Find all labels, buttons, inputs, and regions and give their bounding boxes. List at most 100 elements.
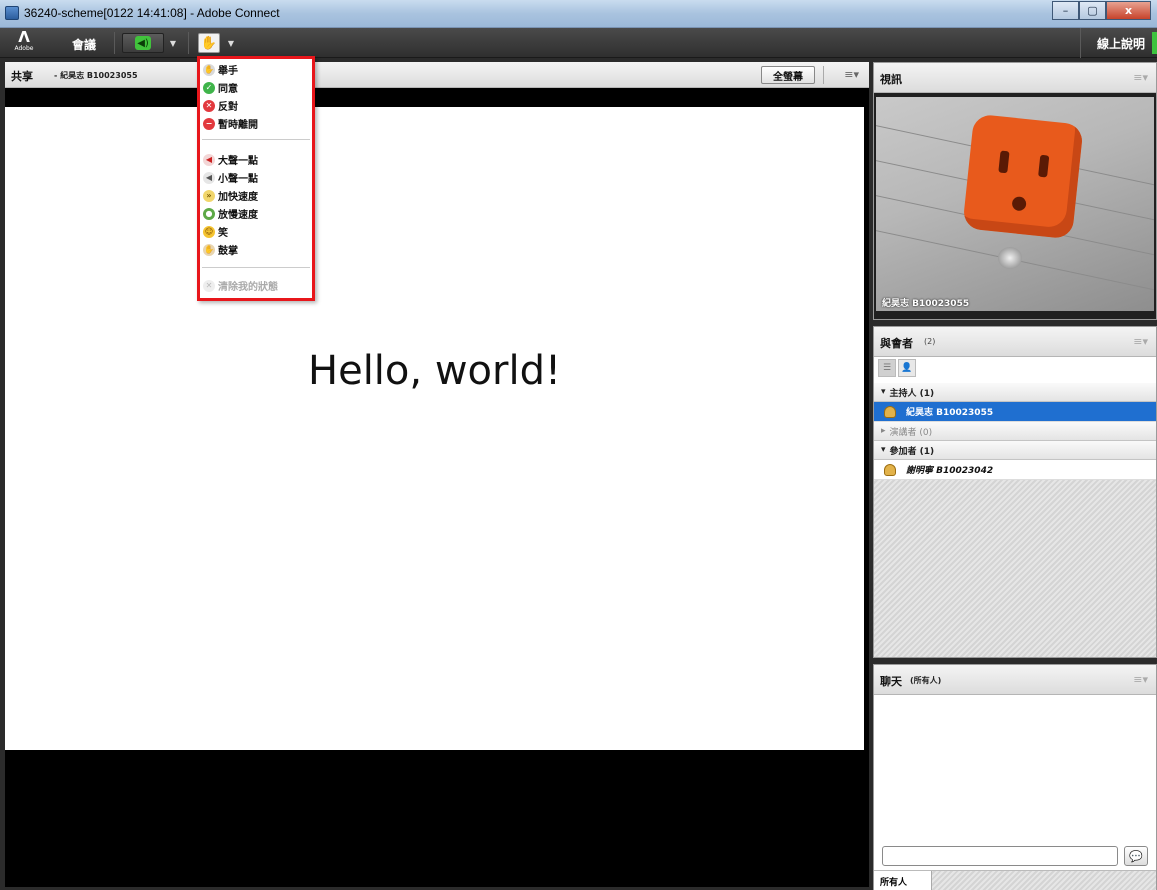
adobe-logo-text: Adobe bbox=[14, 45, 34, 52]
group-label: 主持人 (1) bbox=[889, 388, 935, 399]
status-dropdown[interactable]: ▼ bbox=[224, 33, 238, 53]
window-controls: – ▢ x bbox=[1052, 1, 1151, 21]
menu-item-label: 同意 bbox=[218, 84, 238, 95]
attendee-row[interactable]: 謝明寧 B10023042 bbox=[874, 460, 1156, 480]
group-presenters[interactable]: ▸ 演講者 (0) bbox=[874, 422, 1156, 441]
chat-pod: 聊天 (所有人) ≡▾ 💬 所有人 bbox=[873, 664, 1157, 890]
attendee-count: (2) bbox=[924, 337, 936, 346]
menu-item-applause[interactable]: ✋ 鼓掌 bbox=[203, 241, 238, 258]
chevron-down-icon: ▾ bbox=[881, 387, 886, 397]
group-participants[interactable]: ▾ 參加者 (1) bbox=[874, 441, 1156, 460]
plug-object bbox=[962, 113, 1084, 240]
menu-item-speak-softer[interactable]: ◀ 小聲一點 bbox=[203, 169, 258, 186]
chevron-down-icon: ▼ bbox=[227, 38, 235, 48]
menu-item-label: 反對 bbox=[218, 102, 238, 113]
step-away-icon: − bbox=[203, 117, 215, 130]
camera-owner-label: 紀昊志 B10023055 bbox=[882, 299, 970, 309]
applause-icon: ✋ bbox=[203, 243, 215, 256]
menu-item-clear-status[interactable]: ✕ 清除我的狀態 bbox=[203, 277, 278, 294]
speaker-icon: ◀) bbox=[135, 36, 151, 50]
share-presenter: - 紀昊志 B10023055 bbox=[54, 71, 138, 80]
menu-item-label: 鼓掌 bbox=[218, 246, 238, 257]
pod-options-icon[interactable]: ≡▾ bbox=[1133, 673, 1148, 686]
send-message-button[interactable]: 💬 bbox=[1124, 846, 1148, 866]
agree-icon: ✓ bbox=[203, 81, 215, 94]
menu-item-raise-hand[interactable]: ✋ 舉手 bbox=[203, 61, 238, 78]
video-pod-header: 視訊 ≡▾ bbox=[874, 63, 1156, 93]
screw-object bbox=[998, 247, 1022, 269]
video-pod: 視訊 ≡▾ 紀昊志 B10023055 bbox=[873, 62, 1157, 320]
menu-item-laughter[interactable]: ☺ 笑 bbox=[203, 223, 228, 240]
menu-item-speed-up[interactable]: » 加快速度 bbox=[203, 187, 258, 204]
laughter-icon: ☺ bbox=[203, 225, 215, 238]
header-divider bbox=[823, 66, 824, 84]
speech-bubble-icon: 💬 bbox=[1129, 849, 1143, 863]
group-label: 演講者 (0) bbox=[889, 427, 933, 438]
menu-item-label: 舉手 bbox=[218, 66, 238, 77]
shared-slide: Hello, world! bbox=[5, 107, 864, 750]
menu-item-label: 小聲一點 bbox=[218, 174, 258, 185]
meeting-menu[interactable]: 會議 bbox=[72, 36, 96, 53]
menu-item-label: 放慢速度 bbox=[218, 210, 258, 221]
menu-item-speak-louder[interactable]: ◀ 大聲一點 bbox=[203, 151, 258, 168]
camera-image bbox=[876, 97, 1154, 311]
host-icon bbox=[884, 405, 896, 418]
slow-down-icon: ● bbox=[203, 207, 215, 220]
chat-pod-title: 聊天 bbox=[880, 675, 902, 688]
status-button[interactable]: ✋ bbox=[198, 33, 220, 53]
chat-input[interactable] bbox=[882, 846, 1118, 866]
chat-scope: (所有人) bbox=[910, 676, 942, 685]
chevron-down-icon: ▾ bbox=[881, 445, 886, 455]
app-icon bbox=[5, 6, 19, 20]
menu-item-agree[interactable]: ✓ 同意 bbox=[203, 79, 238, 96]
status-view-icon[interactable]: 👤 bbox=[898, 359, 916, 377]
chevron-right-icon: ▸ bbox=[881, 426, 886, 436]
pod-options-icon[interactable]: ≡▾ bbox=[1133, 71, 1148, 84]
list-view-icon[interactable]: ☰ bbox=[878, 359, 896, 377]
attendee-name: 謝明寧 B10023042 bbox=[906, 466, 994, 476]
menu-item-label: 笑 bbox=[218, 228, 228, 239]
share-pod-title: 共享 bbox=[11, 70, 33, 83]
attendee-row[interactable]: 紀昊志 B10023055 bbox=[874, 402, 1156, 422]
app-toolbar: Λ Adobe 會議 ◀) ▼ ✋ ▼ 線上說明 bbox=[0, 28, 1157, 58]
adobe-logo-mark: Λ bbox=[18, 28, 30, 46]
minimize-button[interactable]: – bbox=[1052, 1, 1079, 20]
menu-item-label: 大聲一點 bbox=[218, 156, 258, 167]
video-feed[interactable]: 紀昊志 B10023055 bbox=[874, 93, 1156, 319]
chat-tab-everyone[interactable]: 所有人 bbox=[874, 871, 932, 890]
connection-indicator bbox=[1152, 32, 1157, 54]
speaker-button[interactable]: ◀) bbox=[122, 33, 164, 53]
toolbar-divider bbox=[188, 32, 189, 54]
attendee-list: ▾ 主持人 (1) 紀昊志 B10023055 ▸ 演講者 (0) ▾ 參加者 … bbox=[874, 383, 1156, 657]
slide-text: Hello, world! bbox=[308, 348, 561, 394]
attendee-pod-header: 與會者 (2) ≡▾ bbox=[874, 327, 1156, 357]
attendee-name: 紀昊志 B10023055 bbox=[906, 408, 994, 418]
menu-item-label: 加快速度 bbox=[218, 192, 258, 203]
chat-messages bbox=[874, 695, 1156, 845]
share-pod-header: 共享 - 紀昊志 B10023055 全螢幕 ≡▾ bbox=[5, 62, 869, 88]
menu-divider bbox=[202, 267, 310, 268]
menu-item-step-away[interactable]: − 暫時離開 bbox=[203, 115, 258, 132]
pod-options-icon[interactable]: ≡▾ bbox=[844, 68, 859, 81]
participant-icon bbox=[884, 463, 896, 476]
menu-item-disagree[interactable]: ✕ 反對 bbox=[203, 97, 238, 114]
maximize-button[interactable]: ▢ bbox=[1079, 1, 1106, 20]
speak-softer-icon: ◀ bbox=[203, 171, 215, 184]
window-title: 36240-scheme[0122 14:41:08] - Adobe Conn… bbox=[24, 6, 280, 20]
speaker-dropdown[interactable]: ▼ bbox=[166, 33, 180, 53]
menu-item-label: 暫時離開 bbox=[218, 120, 258, 131]
attendee-pod: 與會者 (2) ≡▾ ☰ 👤 ▾ 主持人 (1) 紀昊志 B10023055 ▸… bbox=[873, 326, 1157, 658]
clear-status-icon: ✕ bbox=[203, 279, 215, 292]
close-button[interactable]: x bbox=[1106, 1, 1151, 20]
menu-item-slow-down[interactable]: ● 放慢速度 bbox=[203, 205, 258, 222]
raise-hand-icon: ✋ bbox=[200, 35, 218, 51]
window-title-bar: 36240-scheme[0122 14:41:08] - Adobe Conn… bbox=[0, 0, 1157, 28]
speak-louder-icon: ◀ bbox=[203, 153, 215, 166]
menu-item-label: 清除我的狀態 bbox=[218, 282, 278, 293]
group-hosts[interactable]: ▾ 主持人 (1) bbox=[874, 383, 1156, 402]
chat-tab-bar: 所有人 bbox=[874, 870, 1156, 890]
help-link[interactable]: 線上說明 bbox=[1079, 28, 1145, 58]
raise-hand-icon: ✋ bbox=[203, 63, 215, 76]
fullscreen-button[interactable]: 全螢幕 bbox=[761, 66, 815, 84]
pod-options-icon[interactable]: ≡▾ bbox=[1133, 335, 1148, 348]
